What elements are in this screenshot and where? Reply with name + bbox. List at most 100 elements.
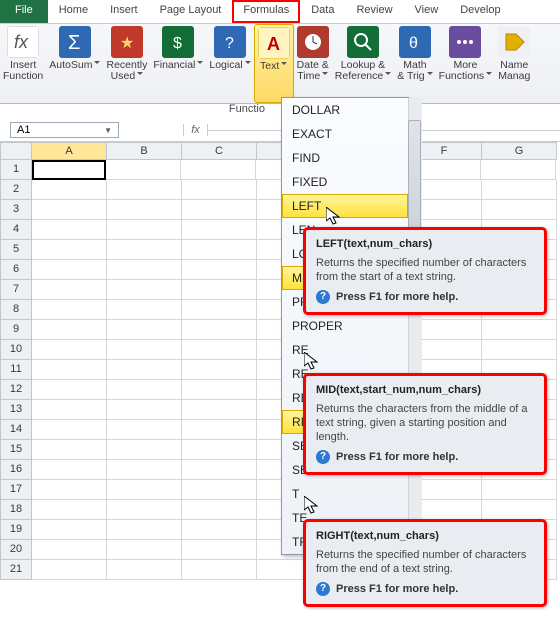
cell[interactable]	[482, 480, 557, 500]
name-box[interactable]: A1▼	[10, 122, 119, 138]
cell[interactable]	[182, 260, 257, 280]
cell[interactable]	[182, 320, 257, 340]
cell[interactable]	[182, 500, 257, 520]
cell[interactable]	[182, 240, 257, 260]
cell[interactable]	[32, 240, 107, 260]
row-header[interactable]: 10	[0, 340, 32, 360]
cell[interactable]	[32, 360, 107, 380]
row-header[interactable]: 12	[0, 380, 32, 400]
cell[interactable]	[107, 180, 182, 200]
cell[interactable]	[481, 160, 556, 180]
cell[interactable]	[32, 300, 107, 320]
dropdown-item-left[interactable]: LEFT	[282, 194, 408, 218]
cell[interactable]	[182, 340, 257, 360]
cell[interactable]	[107, 340, 182, 360]
cell[interactable]	[32, 220, 107, 240]
date-time-button[interactable]: Date & Time	[294, 24, 332, 103]
cell[interactable]	[182, 540, 257, 560]
recently-used-button[interactable]: ★ Recently Used	[103, 24, 150, 103]
cell[interactable]	[107, 220, 182, 240]
cell[interactable]	[107, 400, 182, 420]
cell[interactable]	[32, 420, 107, 440]
cell[interactable]	[182, 180, 257, 200]
logical-button[interactable]: ? Logical	[206, 24, 253, 103]
dropdown-item-find[interactable]: FIND	[282, 146, 408, 170]
cell[interactable]	[32, 440, 107, 460]
cell[interactable]	[32, 400, 107, 420]
dropdown-item-re[interactable]: RE	[282, 338, 408, 362]
cell[interactable]	[107, 280, 182, 300]
cell[interactable]	[107, 380, 182, 400]
cell[interactable]	[32, 280, 107, 300]
financial-button[interactable]: $ Financial	[150, 24, 206, 103]
fx-button[interactable]: fx	[183, 124, 208, 136]
tab-page-layout[interactable]: Page Layout	[149, 0, 233, 23]
more-functions-button[interactable]: More Functions	[436, 24, 496, 103]
row-header[interactable]: 5	[0, 240, 32, 260]
cell[interactable]	[32, 520, 107, 540]
cell[interactable]	[482, 200, 557, 220]
tab-file[interactable]: File	[0, 0, 48, 23]
tab-developer[interactable]: Develop	[449, 0, 511, 23]
cell[interactable]	[482, 180, 557, 200]
row-header[interactable]: 7	[0, 280, 32, 300]
lookup-reference-button[interactable]: Lookup & Reference	[332, 24, 394, 103]
cell[interactable]	[107, 540, 182, 560]
cell[interactable]	[32, 460, 107, 480]
cell[interactable]	[32, 540, 107, 560]
cell[interactable]	[32, 480, 107, 500]
row-header[interactable]: 13	[0, 400, 32, 420]
cell[interactable]	[106, 160, 181, 180]
dropdown-item-proper[interactable]: PROPER	[282, 314, 408, 338]
cell[interactable]	[32, 200, 107, 220]
cell[interactable]	[182, 520, 257, 540]
autosum-button[interactable]: Σ AutoSum	[46, 24, 103, 103]
cell[interactable]	[107, 420, 182, 440]
text-button[interactable]: A Text	[254, 24, 294, 103]
tab-home[interactable]: Home	[48, 0, 99, 23]
cell[interactable]	[107, 460, 182, 480]
select-all-corner[interactable]	[0, 142, 32, 160]
row-header[interactable]: 19	[0, 520, 32, 540]
row-header[interactable]: 14	[0, 420, 32, 440]
tab-review[interactable]: Review	[345, 0, 403, 23]
dropdown-item-fixed[interactable]: FIXED	[282, 170, 408, 194]
row-header[interactable]: 21	[0, 560, 32, 580]
cell[interactable]	[32, 260, 107, 280]
math-trig-button[interactable]: θ Math & Trig	[394, 24, 435, 103]
row-header[interactable]: 11	[0, 360, 32, 380]
row-header[interactable]: 4	[0, 220, 32, 240]
cell[interactable]	[181, 160, 256, 180]
cell[interactable]	[107, 240, 182, 260]
row-header[interactable]: 3	[0, 200, 32, 220]
row-header[interactable]: 20	[0, 540, 32, 560]
row-header[interactable]: 18	[0, 500, 32, 520]
dropdown-item-exact[interactable]: EXACT	[282, 122, 408, 146]
row-header[interactable]: 2	[0, 180, 32, 200]
col-header-a[interactable]: A	[32, 142, 107, 160]
cell[interactable]	[482, 320, 557, 340]
dropdown-item-dollar[interactable]: DOLLAR	[282, 98, 408, 122]
cell[interactable]	[182, 220, 257, 240]
cell[interactable]	[107, 520, 182, 540]
cell[interactable]	[182, 480, 257, 500]
tab-insert[interactable]: Insert	[99, 0, 149, 23]
cell[interactable]	[32, 380, 107, 400]
cell[interactable]	[182, 460, 257, 480]
row-header[interactable]: 15	[0, 440, 32, 460]
cell[interactable]	[182, 200, 257, 220]
cell[interactable]	[182, 380, 257, 400]
cell[interactable]	[182, 420, 257, 440]
cell[interactable]	[182, 440, 257, 460]
dropdown-item-t[interactable]: T	[282, 482, 408, 506]
cell[interactable]	[32, 560, 107, 580]
cell[interactable]	[32, 500, 107, 520]
row-header[interactable]: 1	[0, 160, 32, 180]
cell[interactable]	[32, 160, 106, 180]
cell[interactable]	[32, 320, 107, 340]
row-header[interactable]: 16	[0, 460, 32, 480]
cell[interactable]	[107, 300, 182, 320]
cell[interactable]	[182, 400, 257, 420]
cell[interactable]	[107, 260, 182, 280]
cell[interactable]	[107, 500, 182, 520]
